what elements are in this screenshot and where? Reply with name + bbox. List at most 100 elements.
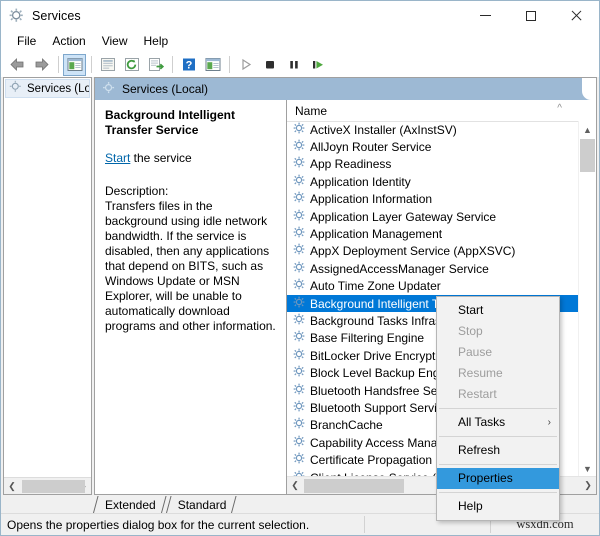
menu-file[interactable]: File	[9, 32, 44, 51]
table-row[interactable]: Application Information	[287, 191, 579, 208]
properties-icon[interactable]	[96, 54, 119, 76]
table-row[interactable]: AssignedAccessManager Service	[287, 260, 579, 277]
scroll-right-arrow-icon[interactable]: ❯	[580, 478, 596, 493]
scroll-left-arrow-icon[interactable]: ❮	[4, 479, 20, 494]
help-icon[interactable]: ?	[177, 54, 200, 76]
context-menu-item-start[interactable]: Start	[437, 300, 559, 321]
table-row[interactable]: ActiveX Installer (AxInstSV)	[287, 121, 579, 138]
forward-arrow-icon[interactable]	[30, 54, 53, 76]
show-hide-console-tree-icon[interactable]	[63, 53, 86, 76]
service-name-label: ActiveX Installer (AxInstSV)	[310, 122, 457, 137]
start-service-icon[interactable]	[234, 54, 257, 76]
table-row[interactable]: Application Management	[287, 225, 579, 242]
start-service-link[interactable]: Start	[105, 151, 130, 165]
status-divider	[364, 516, 365, 533]
sort-ascending-icon: ^	[557, 103, 562, 114]
menu-bar: File Action View Help	[1, 31, 599, 52]
pause-service-icon[interactable]	[282, 54, 305, 76]
context-menu-separator	[439, 464, 557, 465]
service-action-line: Start the service	[105, 150, 276, 166]
stop-service-icon[interactable]	[258, 54, 281, 76]
service-gear-icon	[293, 278, 306, 294]
context-menu-item-stop: Stop	[437, 321, 559, 342]
list-column-header[interactable]: Name ^	[287, 100, 596, 122]
context-menu-separator	[439, 408, 557, 409]
service-name-label: Application Layer Gateway Service	[310, 209, 497, 224]
scroll-up-arrow-icon[interactable]: ▲	[579, 121, 596, 138]
service-gear-icon	[293, 122, 306, 138]
description-text: Transfers files in the background using …	[105, 199, 276, 333]
service-gear-icon	[293, 174, 306, 190]
table-row[interactable]: AppX Deployment Service (AppXSVC)	[287, 243, 579, 260]
service-gear-icon	[293, 243, 306, 259]
table-row[interactable]: Auto Time Zone Updater	[287, 278, 579, 295]
selected-service-title: Background Intelligent Transfer Service	[105, 108, 236, 137]
service-name-label: Base Filtering Engine	[310, 331, 425, 346]
export-list-icon[interactable]	[144, 54, 167, 76]
left-scroll-thumb[interactable]	[22, 479, 85, 493]
service-gear-icon	[293, 417, 306, 433]
context-menu-item-label: Resume	[458, 366, 503, 380]
table-row[interactable]: App Readiness	[287, 156, 579, 173]
back-arrow-icon[interactable]	[6, 54, 29, 76]
service-gear-icon	[293, 452, 306, 468]
context-menu-item-properties[interactable]: Properties	[437, 468, 559, 489]
pane-header-title: Services (Local)	[122, 82, 209, 96]
service-gear-icon	[293, 226, 306, 242]
context-menu-item-label: Refresh	[458, 443, 501, 457]
description-label: Description:	[105, 184, 169, 198]
svg-text:?: ?	[185, 59, 192, 71]
refresh-icon[interactable]	[120, 54, 143, 76]
tree-item-label: Services (Loca	[27, 82, 89, 95]
toolbar-separator	[91, 56, 92, 73]
service-name-label: Certificate Propagation	[310, 453, 433, 468]
menu-action[interactable]: Action	[44, 32, 93, 51]
context-menu-separator	[439, 492, 557, 493]
maximize-button[interactable]	[508, 1, 553, 30]
context-menu-item-pause: Pause	[437, 342, 559, 363]
tab-extended[interactable]: Extended	[93, 496, 166, 514]
pane-header-tab[interactable]: Services (Local)	[95, 78, 596, 100]
service-gear-icon	[293, 348, 306, 364]
service-name-label: App Readiness	[310, 157, 392, 172]
restart-service-icon[interactable]	[306, 54, 329, 76]
menu-help[interactable]: Help	[136, 32, 177, 51]
vertical-scroll-thumb[interactable]	[580, 139, 595, 172]
context-menu-item-refresh[interactable]: Refresh	[437, 440, 559, 461]
table-row[interactable]: Application Identity	[287, 173, 579, 190]
list-vertical-scrollbar[interactable]: ▲ ▼	[578, 121, 596, 477]
title-bar: Services	[1, 1, 599, 31]
show-hide-action-pane-icon[interactable]	[201, 54, 224, 76]
context-menu-item-label: Pause	[458, 345, 493, 359]
service-name-label: AllJoyn Router Service	[310, 140, 432, 155]
service-gear-icon	[293, 156, 306, 172]
services-gear-icon	[9, 80, 23, 97]
minimize-button[interactable]	[463, 1, 508, 30]
context-menu-item-label: All Tasks	[458, 415, 506, 429]
left-pane-horizontal-scrollbar[interactable]: ❮ ❯	[4, 477, 91, 494]
service-name-label: AssignedAccessManager Service	[310, 261, 489, 276]
service-gear-icon	[293, 400, 306, 416]
column-header-name[interactable]: Name	[295, 104, 327, 118]
table-row[interactable]: Application Layer Gateway Service	[287, 208, 579, 225]
console-tree-pane: Services (Loca ❮ ❯	[3, 77, 92, 495]
scroll-left-arrow-icon[interactable]: ❮	[287, 478, 303, 493]
context-menu-item-label: Start	[458, 303, 484, 317]
window-controls	[463, 1, 599, 30]
context-menu-item-help[interactable]: Help	[437, 496, 559, 517]
maximize-icon	[525, 10, 536, 21]
list-scroll-thumb[interactable]	[304, 478, 404, 493]
service-gear-icon	[293, 330, 306, 346]
tree-item-services-local[interactable]: Services (Loca	[5, 79, 90, 98]
menu-view[interactable]: View	[94, 32, 136, 51]
service-action-suffix: the service	[130, 151, 192, 165]
context-menu-item-all-tasks[interactable]: All Tasks ›	[437, 412, 559, 433]
toolbar-separator	[58, 56, 59, 73]
close-button[interactable]	[553, 1, 599, 30]
scroll-down-arrow-icon[interactable]: ▼	[579, 460, 596, 477]
left-scroll-track[interactable]	[20, 479, 85, 494]
table-row[interactable]: AllJoyn Router Service	[287, 138, 579, 155]
toolbar-separator	[172, 56, 173, 73]
service-name-label: Application Information	[310, 192, 433, 207]
tab-standard[interactable]: Standard	[166, 496, 237, 514]
